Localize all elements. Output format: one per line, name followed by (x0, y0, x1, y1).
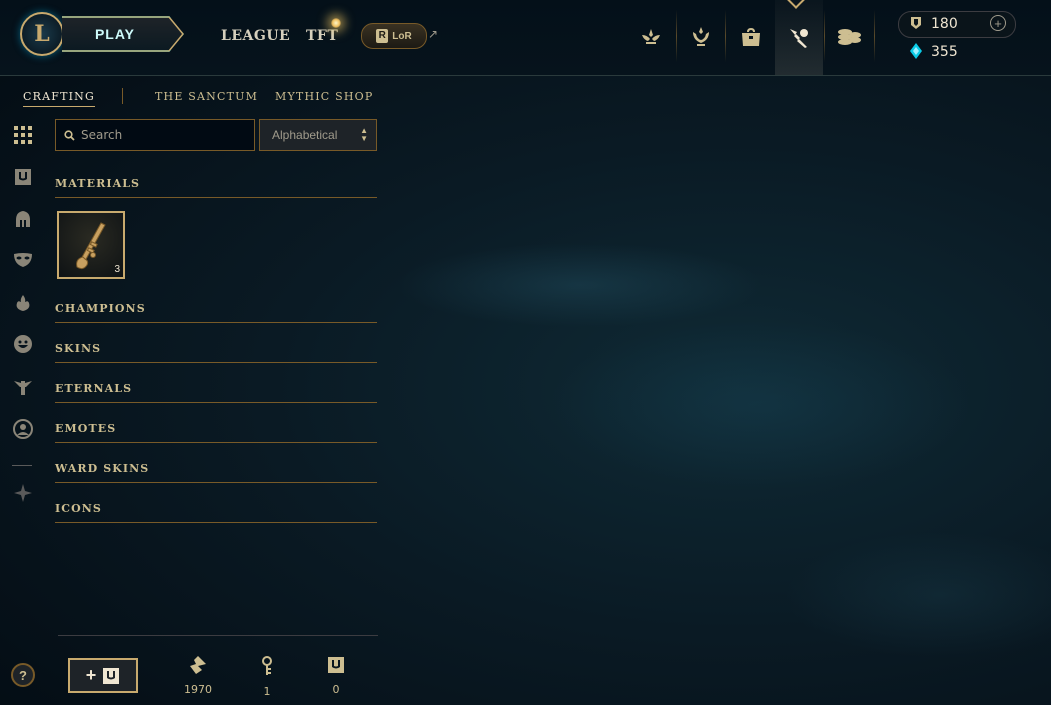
category-label: EMOTES (55, 422, 117, 435)
keys-value: 1 (263, 685, 271, 698)
loot-crafting-icon[interactable] (775, 17, 823, 57)
key-fragment-icon (262, 656, 272, 675)
tft-items-icon[interactable] (12, 482, 34, 504)
category-icons[interactable]: ICONS (55, 502, 377, 523)
play-button[interactable]: PLAY (62, 16, 184, 52)
keys-stat: 1 (247, 656, 287, 698)
blue-essence-icon (910, 43, 922, 59)
lor-button[interactable]: R LoR (361, 23, 427, 49)
emotes-face-icon[interactable] (12, 333, 34, 355)
category-ward-skins[interactable]: WARD SKINS (55, 462, 377, 483)
tab-the-sanctum[interactable]: THE SANCTUM (155, 90, 258, 103)
orange-essence-icon (190, 656, 206, 674)
orange-essence-stat: 1970 (178, 656, 218, 696)
chests-stat: 0 (316, 656, 356, 696)
blue-essence-value: 355 (931, 44, 958, 60)
champion-helmet-icon[interactable] (12, 208, 34, 230)
category-label: MATERIALS (55, 177, 141, 190)
ward-skins-totem-icon[interactable] (12, 376, 34, 398)
item-count: 3 (114, 264, 120, 275)
loot-item-hextech-key[interactable]: 3 (57, 211, 125, 279)
eternals-flame-icon[interactable] (12, 292, 34, 314)
riot-points-value: 180 (931, 16, 958, 32)
help-button[interactable]: ? (11, 663, 35, 687)
tft-notification-glow-icon (331, 18, 341, 28)
category-label: ICONS (55, 502, 102, 515)
league-tab[interactable]: LEAGUE (221, 28, 290, 44)
chests-value: 0 (332, 683, 340, 696)
lor-logo-icon: R (376, 29, 389, 43)
tab-crafting[interactable]: CRAFTING (23, 90, 95, 107)
external-link-icon: ↗ (428, 27, 439, 41)
buy-rp-button[interactable]: + (990, 15, 1006, 31)
chevron-up-down-icon: ▲ ▼ (360, 126, 368, 143)
category-skins[interactable]: SKINS (55, 342, 377, 363)
category-emotes[interactable]: EMOTES (55, 422, 377, 443)
top-navigation-bar: L PLAY LEAGUE TFT R LoR ↗ 180 + 355 (0, 0, 1051, 76)
category-materials[interactable]: MATERIALS (55, 177, 377, 198)
bottom-divider (58, 635, 378, 636)
skins-mask-icon[interactable] (12, 249, 34, 271)
add-chest-button[interactable]: + (68, 658, 138, 693)
orange-essence-value: 1970 (184, 683, 212, 696)
summoner-icons-icon[interactable] (12, 418, 34, 440)
nav-separator (725, 10, 726, 62)
sort-selected-value: Alphabetical (272, 128, 338, 142)
plus-icon: + (85, 665, 97, 685)
inventory-bag-icon[interactable] (727, 17, 775, 57)
search-icon (64, 129, 75, 141)
hextech-key-icon (76, 222, 106, 270)
category-label: CHAMPIONS (55, 302, 146, 315)
collection-nav-icon[interactable] (677, 17, 725, 57)
category-label: ETERNALS (55, 382, 133, 395)
sort-dropdown[interactable]: Alphabetical ▲ ▼ (259, 119, 377, 151)
nav-separator (874, 10, 875, 62)
chest-icon (103, 667, 120, 684)
rail-divider (12, 465, 32, 466)
subnav-separator (122, 88, 123, 104)
riot-points-icon (911, 17, 921, 29)
tab-mythic-shop[interactable]: MYTHIC SHOP (275, 90, 373, 103)
lor-label: LoR (392, 30, 412, 42)
profile-nav-icon[interactable] (627, 17, 675, 57)
league-logo-icon[interactable]: L (20, 12, 64, 56)
store-coins-icon[interactable] (825, 17, 873, 57)
category-eternals[interactable]: ETERNALS (55, 382, 377, 403)
category-champions[interactable]: CHAMPIONS (55, 302, 377, 323)
background-art (380, 75, 1051, 705)
tft-tab[interactable]: TFT (306, 28, 338, 44)
category-label: WARD SKINS (55, 462, 150, 475)
chest-icon[interactable] (12, 166, 34, 188)
search-box (55, 119, 255, 151)
chest-icon (328, 657, 344, 673)
all-items-grid-icon[interactable] (12, 124, 34, 146)
category-label: SKINS (55, 342, 102, 355)
search-input[interactable] (81, 128, 241, 142)
